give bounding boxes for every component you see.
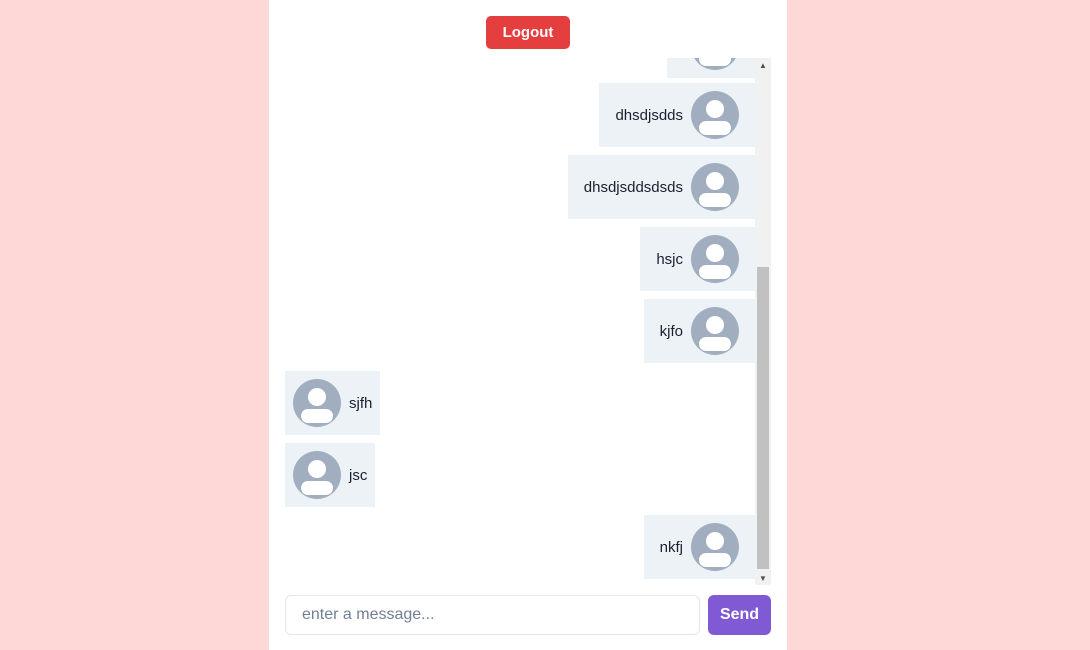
message-item bbox=[667, 58, 755, 78]
message-item: hsjc bbox=[640, 227, 755, 291]
message-composer: Send bbox=[285, 595, 771, 635]
message-item: dhsdjsdds bbox=[599, 83, 755, 147]
scroll-up-arrow-icon[interactable]: ▲ bbox=[755, 58, 771, 72]
message-item: nkfj bbox=[643, 515, 755, 579]
message-item: kjfo bbox=[643, 299, 755, 363]
message-item: dhsdjsddsdsds bbox=[567, 155, 755, 219]
user-avatar-icon bbox=[691, 523, 739, 571]
user-avatar-icon bbox=[691, 58, 739, 70]
user-avatar-icon bbox=[691, 91, 739, 139]
chat-panel: Logout dhsdjsdds dhsdjsddsdsds hsjc kjfo… bbox=[269, 0, 787, 650]
scroll-down-arrow-icon[interactable]: ▼ bbox=[755, 571, 771, 585]
message-input[interactable] bbox=[285, 595, 700, 635]
message-scrollbar[interactable]: ▲ ▼ bbox=[755, 58, 771, 585]
message-item: sjfh bbox=[285, 371, 381, 435]
scroll-thumb[interactable] bbox=[757, 267, 769, 569]
user-avatar-icon bbox=[691, 307, 739, 355]
message-text: dhsdjsdds bbox=[615, 106, 683, 124]
message-text: jsc bbox=[349, 466, 368, 484]
message-item: jsc bbox=[285, 443, 376, 507]
message-text: nkfj bbox=[659, 538, 683, 556]
user-avatar-icon bbox=[691, 163, 739, 211]
message-list[interactable]: dhsdjsdds dhsdjsddsdsds hsjc kjfo sjfh j… bbox=[285, 58, 771, 585]
message-text: dhsdjsddsdsds bbox=[583, 178, 683, 196]
user-avatar-icon bbox=[691, 235, 739, 283]
message-text: hsjc bbox=[656, 250, 683, 268]
user-avatar-icon bbox=[293, 451, 341, 499]
user-avatar-icon bbox=[293, 379, 341, 427]
logout-button[interactable]: Logout bbox=[486, 16, 570, 49]
message-text: sjfh bbox=[349, 394, 373, 412]
send-button[interactable]: Send bbox=[708, 595, 771, 635]
message-text: kjfo bbox=[659, 322, 683, 340]
